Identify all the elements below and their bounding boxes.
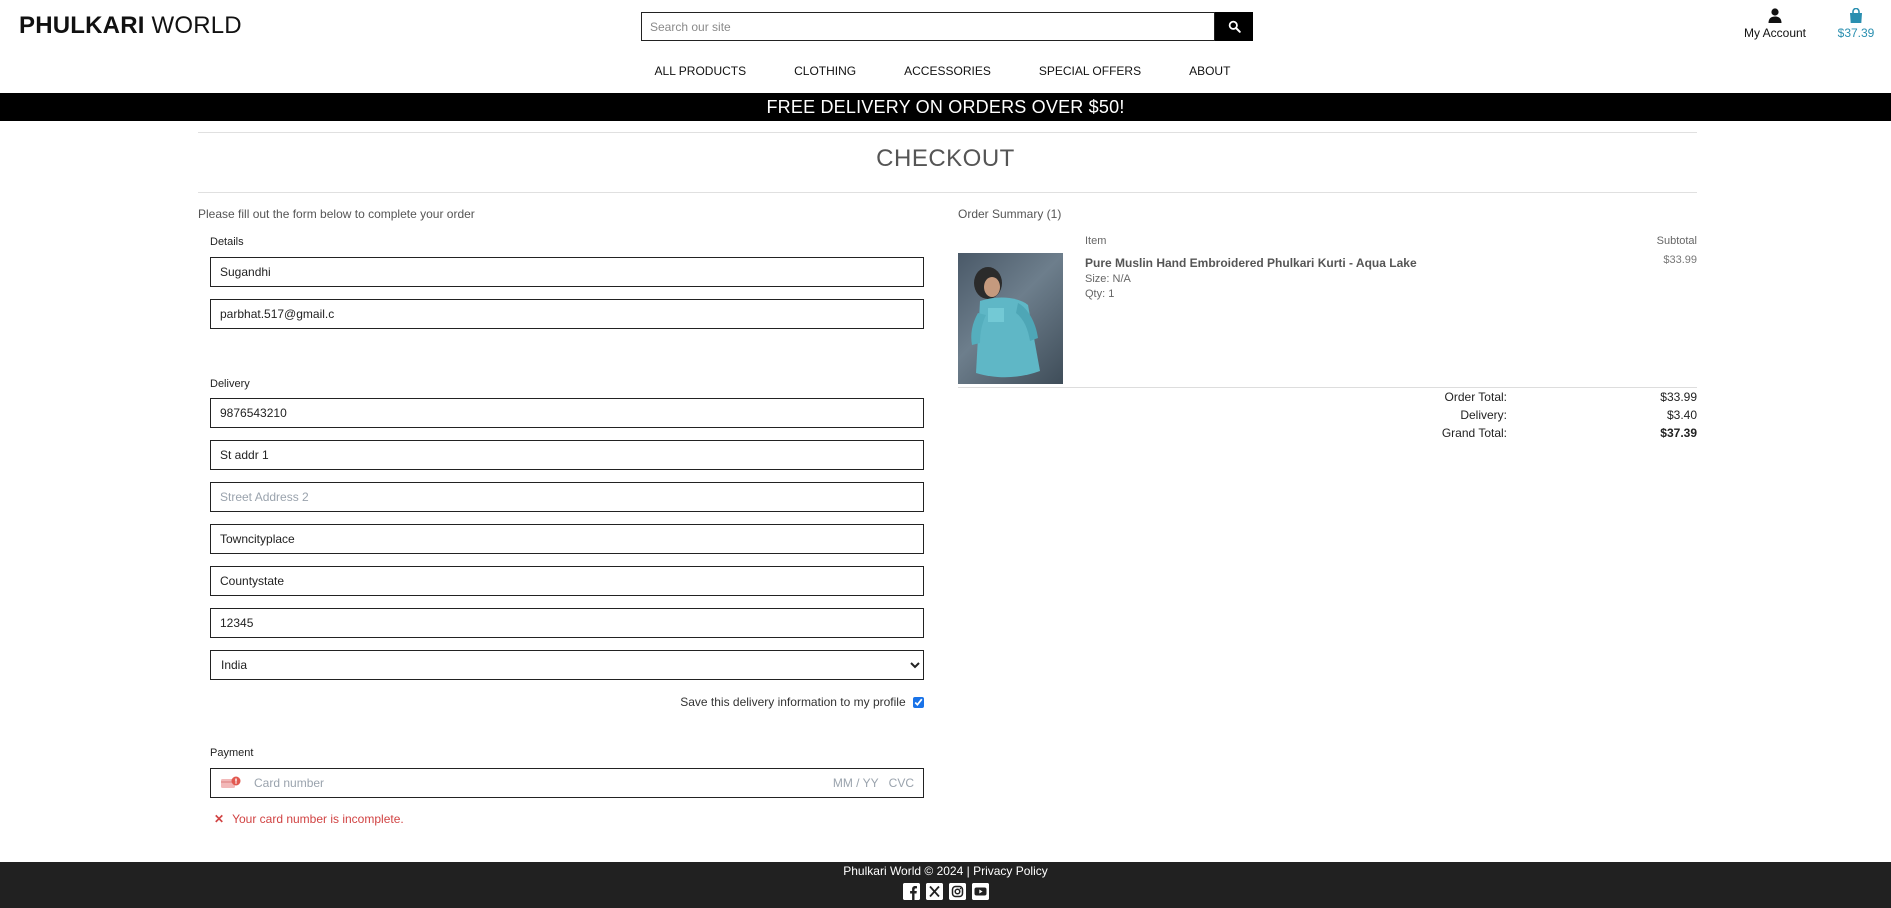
details-label: Details [210,236,244,248]
page-title: CHECKOUT [876,145,1015,172]
my-account-label: My Account [1743,26,1807,40]
logo-rest-text: WORLD [151,12,242,39]
card-expiry-placeholder: MM / YY [832,776,879,790]
order-total-label: Order Total: [1444,390,1507,404]
search-icon [1228,20,1241,33]
form-intro: Please fill out the form below to comple… [198,207,475,221]
delivery-banner: FREE DELIVERY ON ORDERS OVER $50! [0,93,1891,121]
email-field[interactable] [210,299,924,329]
subtotal-column-header: Subtotal [1656,235,1697,247]
instagram-icon[interactable] [948,883,966,900]
privacy-policy-link[interactable]: Privacy Policy [973,864,1048,878]
summary-divider [958,387,1697,388]
nav-all-products[interactable]: ALL PRODUCTS [631,64,771,78]
street-address-1-field[interactable] [210,440,924,470]
footer-line: Phulkari World © 2024 | Privacy Policy [0,862,1891,878]
search-button[interactable] [1215,12,1253,41]
error-x-icon: ✕ [214,812,225,826]
site-logo[interactable]: PHULKARI WORLD [19,12,242,40]
main-nav: ALL PRODUCTS CLOTHING ACCESSORIES SPECIA… [0,64,1891,78]
my-account-link[interactable]: My Account [1736,8,1814,40]
facebook-icon[interactable] [902,883,920,900]
county-field[interactable] [210,566,924,596]
postcode-field[interactable] [210,608,924,638]
street-address-2-field[interactable] [210,482,924,512]
youtube-icon[interactable] [971,883,989,900]
product-subtotal: $33.99 [1663,254,1697,266]
card-element[interactable]: Card number MM / YY CVC [210,768,924,798]
phone-field[interactable] [210,398,924,428]
shopping-bag-icon [1850,8,1862,23]
user-icon [1768,8,1782,23]
full-name-field[interactable] [210,257,924,287]
divider [198,132,1697,133]
delivery-cost-value: $3.40 [1666,408,1697,422]
product-size: Size: N/A [1085,273,1131,285]
card-error-icon [220,776,242,790]
x-twitter-icon[interactable] [925,883,943,900]
card-number-placeholder: Card number [254,776,325,790]
nav-clothing[interactable]: CLOTHING [770,64,880,78]
footer-copyright: Phulkari World © 2024 | [843,864,970,878]
nav-about[interactable]: ABOUT [1165,64,1254,78]
cart-link[interactable]: $37.39 [1832,8,1880,40]
product-qty: Qty: 1 [1085,288,1115,300]
site-footer: Phulkari World © 2024 | Privacy Policy [0,862,1891,908]
item-column-header: Item [1085,235,1107,247]
delivery-label: Delivery [210,378,250,390]
social-links [0,883,1891,900]
order-summary-title: Order Summary (1) [958,207,1062,221]
search-input[interactable] [641,12,1215,41]
cart-total: $37.39 [1837,26,1875,40]
save-info-row: Save this delivery information to my pro… [210,695,924,709]
grand-total-value: $37.39 [1660,426,1697,440]
save-info-label: Save this delivery information to my pro… [680,695,906,709]
country-select[interactable]: India [210,650,924,680]
save-info-checkbox[interactable] [913,697,924,709]
card-error: ✕ Your card number is incomplete. [214,812,404,826]
divider [198,192,1697,193]
town-field[interactable] [210,524,924,554]
product-image[interactable] [958,253,1063,384]
nav-accessories[interactable]: ACCESSORIES [880,64,1015,78]
grand-total-label: Grand Total: [1441,426,1507,440]
logo-bold-text: PHULKARI [19,12,145,39]
order-total-value: $33.99 [1660,390,1697,404]
payment-label: Payment [210,747,254,759]
card-error-text: Your card number is incomplete. [232,812,404,826]
delivery-cost-label: Delivery: [1460,408,1507,422]
site-header: PHULKARI WORLD My Account $37.39 ALL PRO… [0,0,1891,93]
search-bar [641,12,1253,41]
card-cvc-placeholder: CVC [888,776,914,790]
product-name[interactable]: Pure Muslin Hand Embroidered Phulkari Ku… [1085,256,1417,270]
nav-special-offers[interactable]: SPECIAL OFFERS [1015,64,1165,78]
